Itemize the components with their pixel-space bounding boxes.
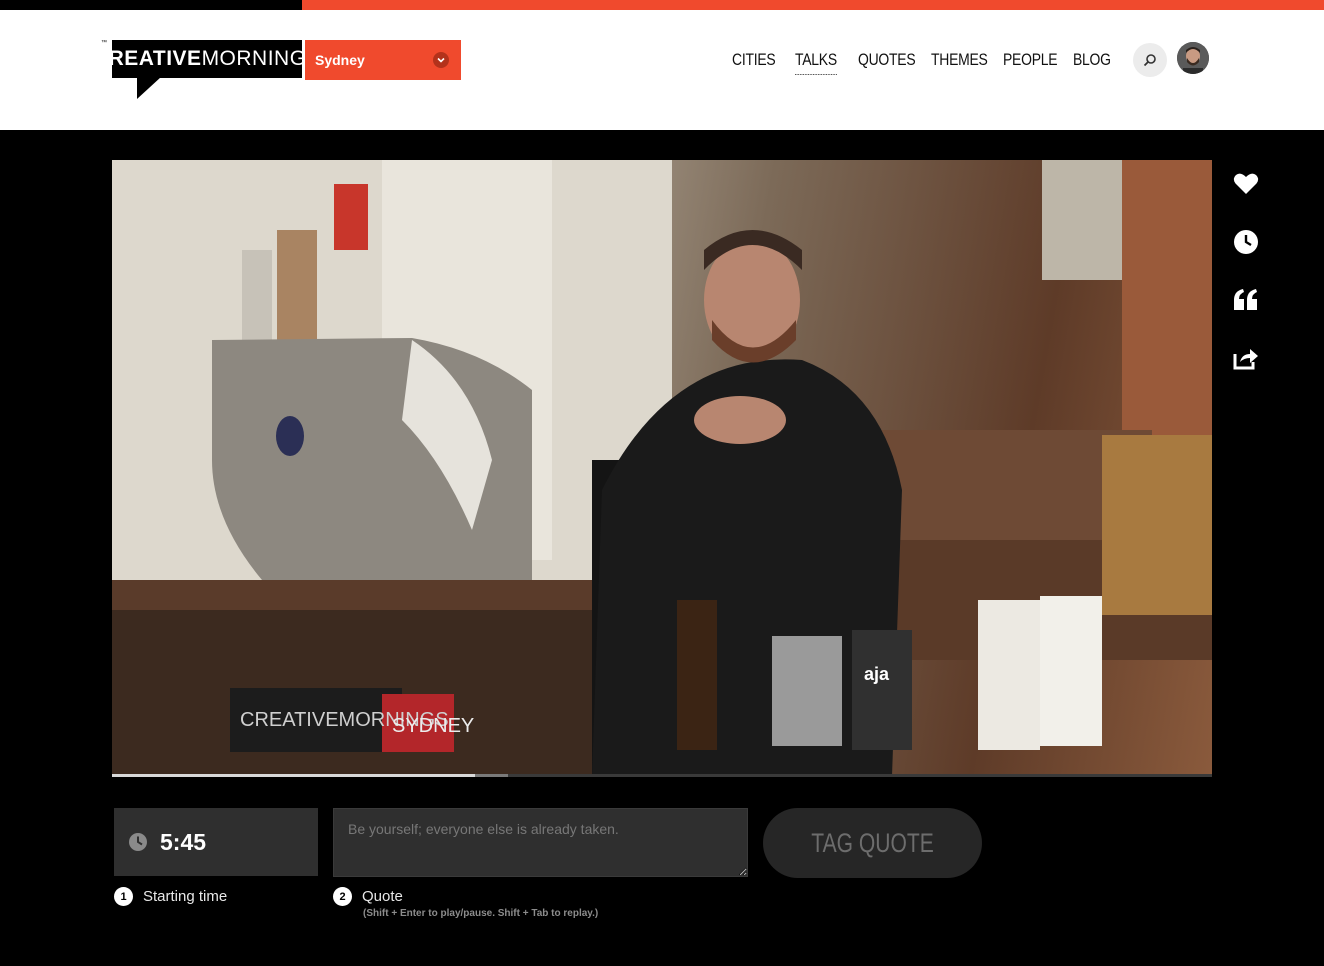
nav-talks[interactable]: TALKS: [795, 50, 837, 75]
user-avatar[interactable]: [1177, 42, 1209, 74]
logo-bold-text: CREATIVE: [92, 47, 202, 70]
video-frame: CREATIVEMORNINGS SYDNEY aja: [112, 160, 1212, 776]
tag-quote-button[interactable]: TAG QUOTE: [763, 808, 982, 878]
watch-later-button[interactable]: [1232, 228, 1260, 256]
creativemornings-logo[interactable]: CREATIVE MORNINGS: [93, 40, 321, 78]
video-player[interactable]: CREATIVEMORNINGS SYDNEY aja: [112, 160, 1212, 776]
like-button[interactable]: [1232, 170, 1260, 198]
nav-blog[interactable]: BLOG: [1073, 50, 1111, 70]
page-progress-strip-dark: [0, 0, 302, 10]
chevron-down-icon: [433, 52, 449, 68]
step-label: Quote: [362, 888, 403, 905]
cup-label: aja: [864, 664, 890, 684]
page-progress-strip: [0, 0, 1324, 10]
quote-input[interactable]: [333, 808, 748, 877]
step-quote: 2 Quote: [333, 887, 403, 906]
logo-speech-tail: [137, 77, 161, 99]
city-select[interactable]: Sydney: [305, 40, 461, 80]
tag-quote-label: TAG QUOTE: [811, 827, 934, 858]
step-number-badge: 2: [333, 887, 352, 906]
site-header: ™ CREATIVE MORNINGS Sydney CITIES TALKS Q…: [0, 10, 1324, 130]
nav-people[interactable]: PEOPLE: [1003, 50, 1058, 70]
quote-icon: [1234, 289, 1257, 310]
keyboard-hint: (Shift + Enter to play/pause. Shift + Ta…: [363, 908, 599, 919]
heart-icon: [1233, 173, 1259, 194]
logo-light-text: MORNINGS: [201, 47, 322, 70]
starting-time-value: 5:45: [160, 828, 207, 855]
share-icon: [1233, 349, 1258, 370]
video-progress-played: [112, 774, 475, 777]
search-button[interactable]: [1133, 43, 1167, 77]
search-icon: [1143, 54, 1156, 67]
nav-themes[interactable]: THEMES: [931, 50, 988, 70]
nav-quotes[interactable]: QUOTES: [858, 50, 916, 70]
avatar-image: [1177, 42, 1209, 74]
city-select-value: Sydney: [315, 52, 365, 68]
bar-logo-right: SYDNEY: [392, 715, 474, 737]
step-number-badge: 1: [114, 887, 133, 906]
quotes-button[interactable]: [1232, 286, 1260, 314]
trademark-mark: ™: [101, 40, 107, 46]
clock-icon: [1234, 230, 1258, 254]
video-progress-bar[interactable]: [112, 774, 1212, 777]
starting-time-field[interactable]: 5:45: [114, 808, 318, 876]
clock-icon: [129, 833, 147, 851]
step-starting-time: 1 Starting time: [114, 887, 227, 906]
share-button[interactable]: [1232, 344, 1260, 372]
step-label: Starting time: [143, 888, 228, 905]
nav-cities[interactable]: CITIES: [732, 50, 776, 70]
